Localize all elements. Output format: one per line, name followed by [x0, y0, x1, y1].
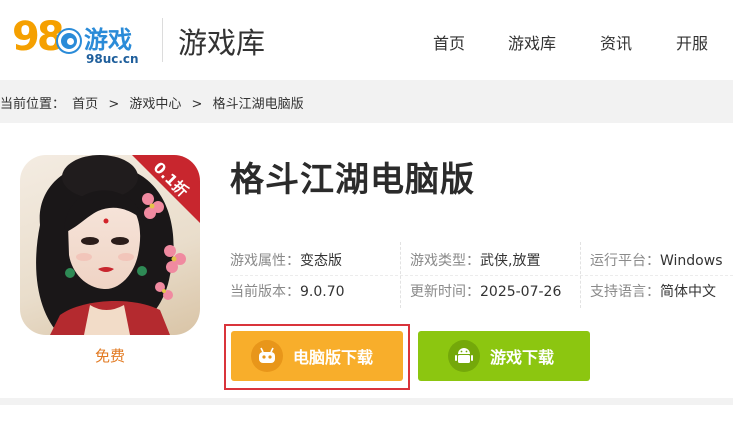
header-divider — [162, 18, 163, 62]
site-logo[interactable]: 98 游戏 98uc.cn — [12, 12, 147, 68]
info-language: 支持语言：简体中文 — [590, 281, 716, 301]
breadcrumb: 当前位置： 首页 > 游戏中心 > 格斗江湖电脑版 — [0, 93, 307, 112]
game-download-button[interactable]: 游戏下载 — [418, 331, 590, 381]
info-label: 游戏属性： — [230, 253, 300, 269]
info-label: 当前版本： — [230, 284, 300, 300]
info-value: 变态版 — [300, 253, 342, 269]
site-header: 98 游戏 98uc.cn 游戏库 首页 游戏库 资讯 开服 — [0, 0, 733, 80]
android-icon — [448, 340, 480, 372]
info-value: 2025-07-26 — [480, 284, 562, 300]
game-icon: 0.1折 — [20, 155, 200, 335]
info-label: 运行平台： — [590, 253, 660, 269]
info-game-type: 游戏类型：武侠,放置 — [410, 250, 540, 270]
info-version: 当前版本：9.0.70 — [230, 281, 345, 301]
gamepad-robot-icon — [251, 340, 283, 372]
nav-game-library[interactable]: 游戏库 — [508, 30, 556, 54]
game-download-label: 游戏下载 — [490, 348, 555, 367]
nav-home[interactable]: 首页 — [433, 30, 465, 54]
info-label: 游戏类型： — [410, 253, 480, 269]
pc-download-label: 电脑版下载 — [293, 348, 374, 367]
logo-url: 98uc.cn — [86, 52, 139, 66]
breadcrumb-game-center[interactable]: 游戏中心 — [129, 97, 181, 112]
breadcrumb-separator: > — [191, 97, 203, 112]
info-value: 武侠,放置 — [480, 253, 541, 269]
price-label: 免费 — [94, 347, 125, 365]
info-value: 简体中文 — [660, 284, 716, 300]
logo-eye-icon — [58, 30, 80, 52]
breadcrumb-prefix: 当前位置： — [0, 97, 66, 112]
nav-server[interactable]: 开服 — [676, 30, 708, 54]
next-section-card — [0, 405, 733, 441]
info-update-time: 更新时间：2025-07-26 — [410, 281, 561, 301]
info-row-divider — [230, 275, 733, 276]
nav-news[interactable]: 资讯 — [600, 30, 632, 54]
info-value: Windows — [660, 253, 723, 269]
info-game-attribute: 游戏属性：变态版 — [230, 250, 342, 270]
breadcrumb-home[interactable]: 首页 — [72, 97, 98, 112]
info-platform: 运行平台：Windows — [590, 250, 723, 270]
game-title: 格斗江湖电脑版 — [230, 160, 475, 200]
info-label: 更新时间： — [410, 284, 480, 300]
pc-download-button[interactable]: 电脑版下载 — [231, 331, 403, 381]
logo-number: 98 — [12, 14, 65, 60]
info-value: 9.0.70 — [300, 284, 345, 300]
section-title: 游戏库 — [178, 26, 266, 60]
breadcrumb-separator: > — [108, 97, 120, 112]
info-label: 支持语言： — [590, 284, 660, 300]
logo-text: 游戏 — [84, 26, 132, 54]
breadcrumb-current: 格斗江湖电脑版 — [212, 97, 304, 112]
